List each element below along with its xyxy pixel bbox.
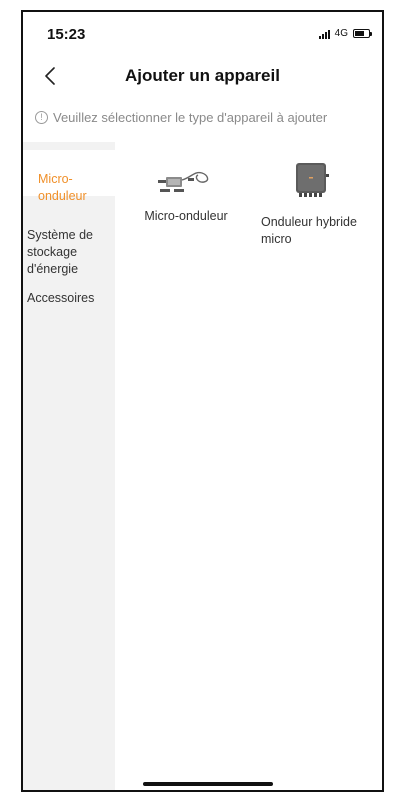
signal-icon <box>318 29 330 39</box>
product-label: Micro-onduleur <box>144 209 228 223</box>
sidebar-item-label: Accessoires <box>27 291 95 305</box>
product-label: Onduleur hybride micro <box>261 215 357 246</box>
info-icon: ! <box>35 111 48 124</box>
home-indicator[interactable] <box>143 782 273 786</box>
phone-frame: 15:23 4G Ajouter un appareil ! Veuillez … <box>21 10 384 792</box>
category-sidebar: Micro- onduleur Système de stockage d'én… <box>23 142 115 790</box>
sidebar-item-label: Micro- onduleur <box>38 172 87 203</box>
product-card-micro-onduleur[interactable]: Micro-onduleur <box>131 162 241 225</box>
network-type: 4G <box>334 28 348 39</box>
page-title: Ajouter un appareil <box>125 66 280 85</box>
product-card-onduleur-hybride[interactable]: Onduleur hybride micro <box>256 158 366 248</box>
micro-inverter-image <box>131 162 241 202</box>
hint-message: ! Veuillez sélectionner le type d'appare… <box>35 110 378 125</box>
sidebar-item-micro-onduleur[interactable]: Micro- onduleur <box>23 150 115 203</box>
battery-icon <box>353 29 372 38</box>
status-bar: 15:23 4G <box>23 12 382 56</box>
status-indicators: 4G <box>318 28 372 39</box>
status-time: 15:23 <box>47 26 86 43</box>
nav-bar: Ajouter un appareil <box>23 56 382 96</box>
sidebar-item-accessoires[interactable]: Accessoires <box>23 290 115 307</box>
hint-text: Veuillez sélectionner le type d'appareil… <box>53 110 328 125</box>
hybrid-inverter-image <box>256 158 366 202</box>
sidebar-item-stockage[interactable]: Système de stockage d'énergie <box>23 210 115 278</box>
sidebar-item-label: Système de stockage d'énergie <box>27 228 94 276</box>
